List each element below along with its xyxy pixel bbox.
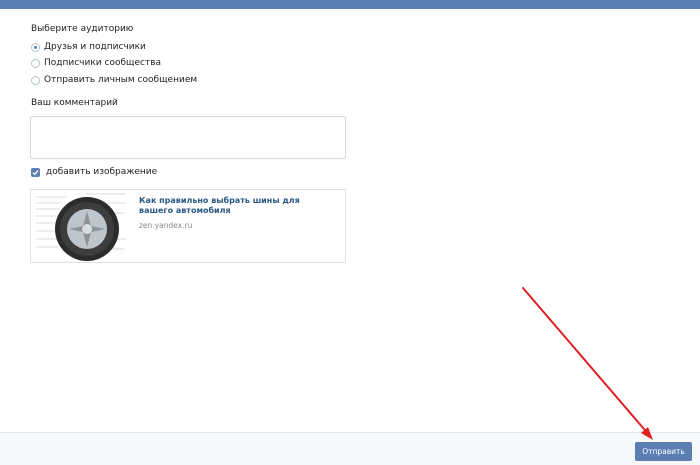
- link-preview-card[interactable]: Как правильно выбрать шины для вашего ав…: [30, 189, 346, 263]
- checkmark-icon: [32, 169, 39, 175]
- link-title[interactable]: Как правильно выбрать шины для вашего ав…: [139, 196, 329, 216]
- radio-private-message[interactable]: Отправить личным сообщением: [31, 73, 197, 87]
- comment-textarea[interactable]: [30, 116, 346, 159]
- radio-community-followers[interactable]: Подписчики сообщества: [31, 56, 161, 70]
- radio-friends-and-followers[interactable]: Друзья и подписчики: [31, 40, 146, 54]
- link-thumbnail: [32, 191, 130, 261]
- footer-bar: [0, 432, 700, 465]
- add-image-label: добавить изображение: [46, 167, 158, 177]
- comment-label: Ваш комментарий: [31, 98, 118, 108]
- radio-label: Друзья и подписчики: [44, 42, 146, 52]
- radio-icon[interactable]: [31, 58, 40, 68]
- link-domain: zen.yandex.ru: [139, 221, 193, 230]
- send-button[interactable]: Отправить: [635, 442, 692, 461]
- top-bar: [0, 0, 700, 9]
- radio-icon-selected[interactable]: [31, 42, 40, 52]
- radio-icon[interactable]: [31, 75, 40, 85]
- tire-icon: [36, 193, 126, 261]
- radio-label: Отправить личным сообщением: [44, 75, 198, 85]
- checkbox-checked-icon[interactable]: [31, 167, 40, 177]
- radio-label: Подписчики сообщества: [44, 58, 162, 68]
- add-image-checkbox-row[interactable]: добавить изображение: [31, 166, 157, 178]
- audience-title: Выберите аудиторию: [31, 24, 134, 34]
